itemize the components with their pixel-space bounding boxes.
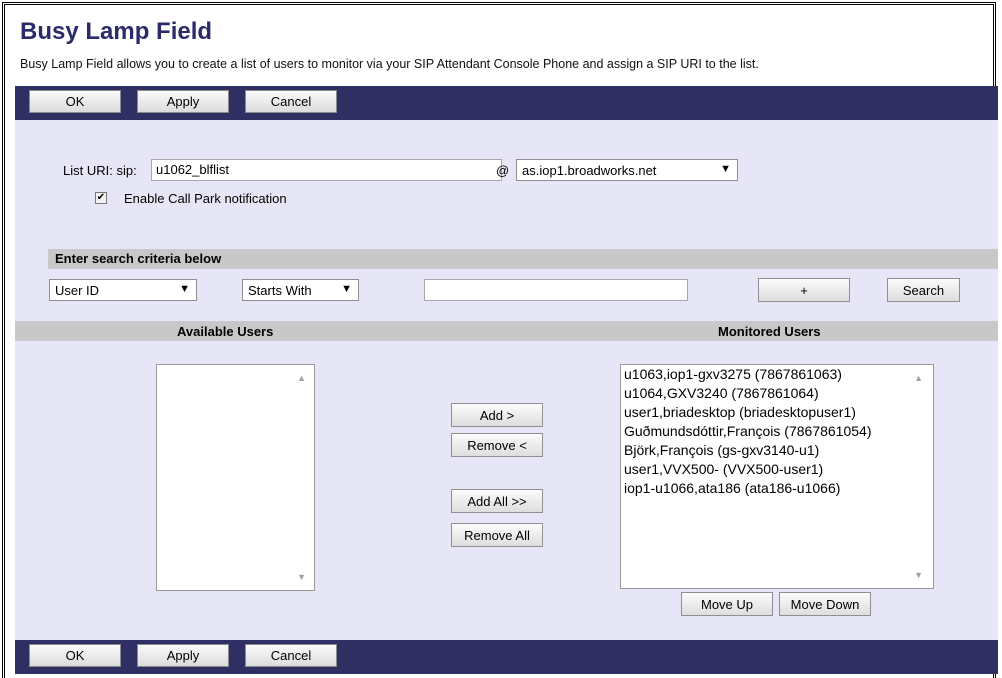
search-criteria-header: Enter search criteria below xyxy=(55,251,222,266)
list-item[interactable]: Björk,François (gs-gxv3140-u1) xyxy=(624,441,819,460)
search-mode-select[interactable]: Starts With ▼ xyxy=(242,279,359,301)
chevron-down-icon: ▼ xyxy=(179,283,190,295)
cancel-button[interactable]: Cancel xyxy=(245,644,337,667)
add-button[interactable]: Add > xyxy=(451,403,543,427)
available-users-list[interactable]: ▲ ▼ xyxy=(156,364,315,591)
scroll-down-icon[interactable]: ▼ xyxy=(914,570,923,580)
users-header-bar: Available Users Monitored Users xyxy=(15,321,998,341)
search-field-select[interactable]: User ID ▼ xyxy=(49,279,197,301)
page-title: Busy Lamp Field xyxy=(20,18,213,45)
at-sign: @ xyxy=(496,163,510,178)
available-users-header: Available Users xyxy=(177,324,274,339)
search-button[interactable]: Search xyxy=(887,278,960,302)
list-item[interactable]: u1063,iop1-gxv3275 (7867861063) xyxy=(624,365,842,384)
add-criteria-button[interactable]: + xyxy=(758,278,850,302)
remove-button[interactable]: Remove < xyxy=(451,433,543,457)
main-content: List URI: sip: u1062_blflist @ as.iop1.b… xyxy=(15,120,998,640)
list-item[interactable]: Guðmundsdóttir,François (7867861054) xyxy=(624,422,871,441)
search-input[interactable] xyxy=(424,279,688,301)
bottom-button-bar: OK Apply Cancel xyxy=(15,640,998,674)
check-icon: ✔ xyxy=(96,192,106,203)
domain-select[interactable]: as.iop1.broadworks.net ▼ xyxy=(516,159,738,181)
chevron-down-icon: ▼ xyxy=(720,163,731,175)
chevron-down-icon: ▼ xyxy=(341,283,352,295)
apply-button[interactable]: Apply xyxy=(137,90,229,113)
domain-select-value: as.iop1.broadworks.net xyxy=(522,162,657,178)
call-park-checkbox[interactable]: ✔ xyxy=(95,192,107,204)
top-button-bar: OK Apply Cancel xyxy=(15,86,998,120)
search-criteria-bar: Enter search criteria below xyxy=(48,249,998,269)
monitored-users-header: Monitored Users xyxy=(718,324,821,339)
call-park-label: Enable Call Park notification xyxy=(124,191,287,206)
scroll-down-icon[interactable]: ▼ xyxy=(297,572,306,582)
add-all-button[interactable]: Add All >> xyxy=(451,489,543,513)
search-field-value: User ID xyxy=(55,282,100,298)
monitored-users-list[interactable]: u1063,iop1-gxv3275 (7867861063) u1064,GX… xyxy=(620,364,934,589)
list-uri-input[interactable]: u1062_blflist xyxy=(151,159,502,181)
scroll-up-icon[interactable]: ▲ xyxy=(914,373,923,383)
move-up-button[interactable]: Move Up xyxy=(681,592,773,616)
search-mode-value: Starts With xyxy=(248,282,312,298)
apply-button[interactable]: Apply xyxy=(137,644,229,667)
list-item[interactable]: u1064,GXV3240 (7867861064) xyxy=(624,384,819,403)
list-uri-label: List URI: sip: xyxy=(63,163,137,178)
move-down-button[interactable]: Move Down xyxy=(779,592,871,616)
ok-button[interactable]: OK xyxy=(29,90,121,113)
list-item[interactable]: iop1-u1066,ata186 (ata186-u1066) xyxy=(624,479,840,498)
remove-all-button[interactable]: Remove All xyxy=(451,523,543,547)
ok-button[interactable]: OK xyxy=(29,644,121,667)
page-description: Busy Lamp Field allows you to create a l… xyxy=(20,57,759,71)
cancel-button[interactable]: Cancel xyxy=(245,90,337,113)
scroll-up-icon[interactable]: ▲ xyxy=(297,373,306,383)
list-item[interactable]: user1,briadesktop (briadesktopuser1) xyxy=(624,403,856,422)
list-item[interactable]: user1,VVX500- (VVX500-user1) xyxy=(624,460,823,479)
